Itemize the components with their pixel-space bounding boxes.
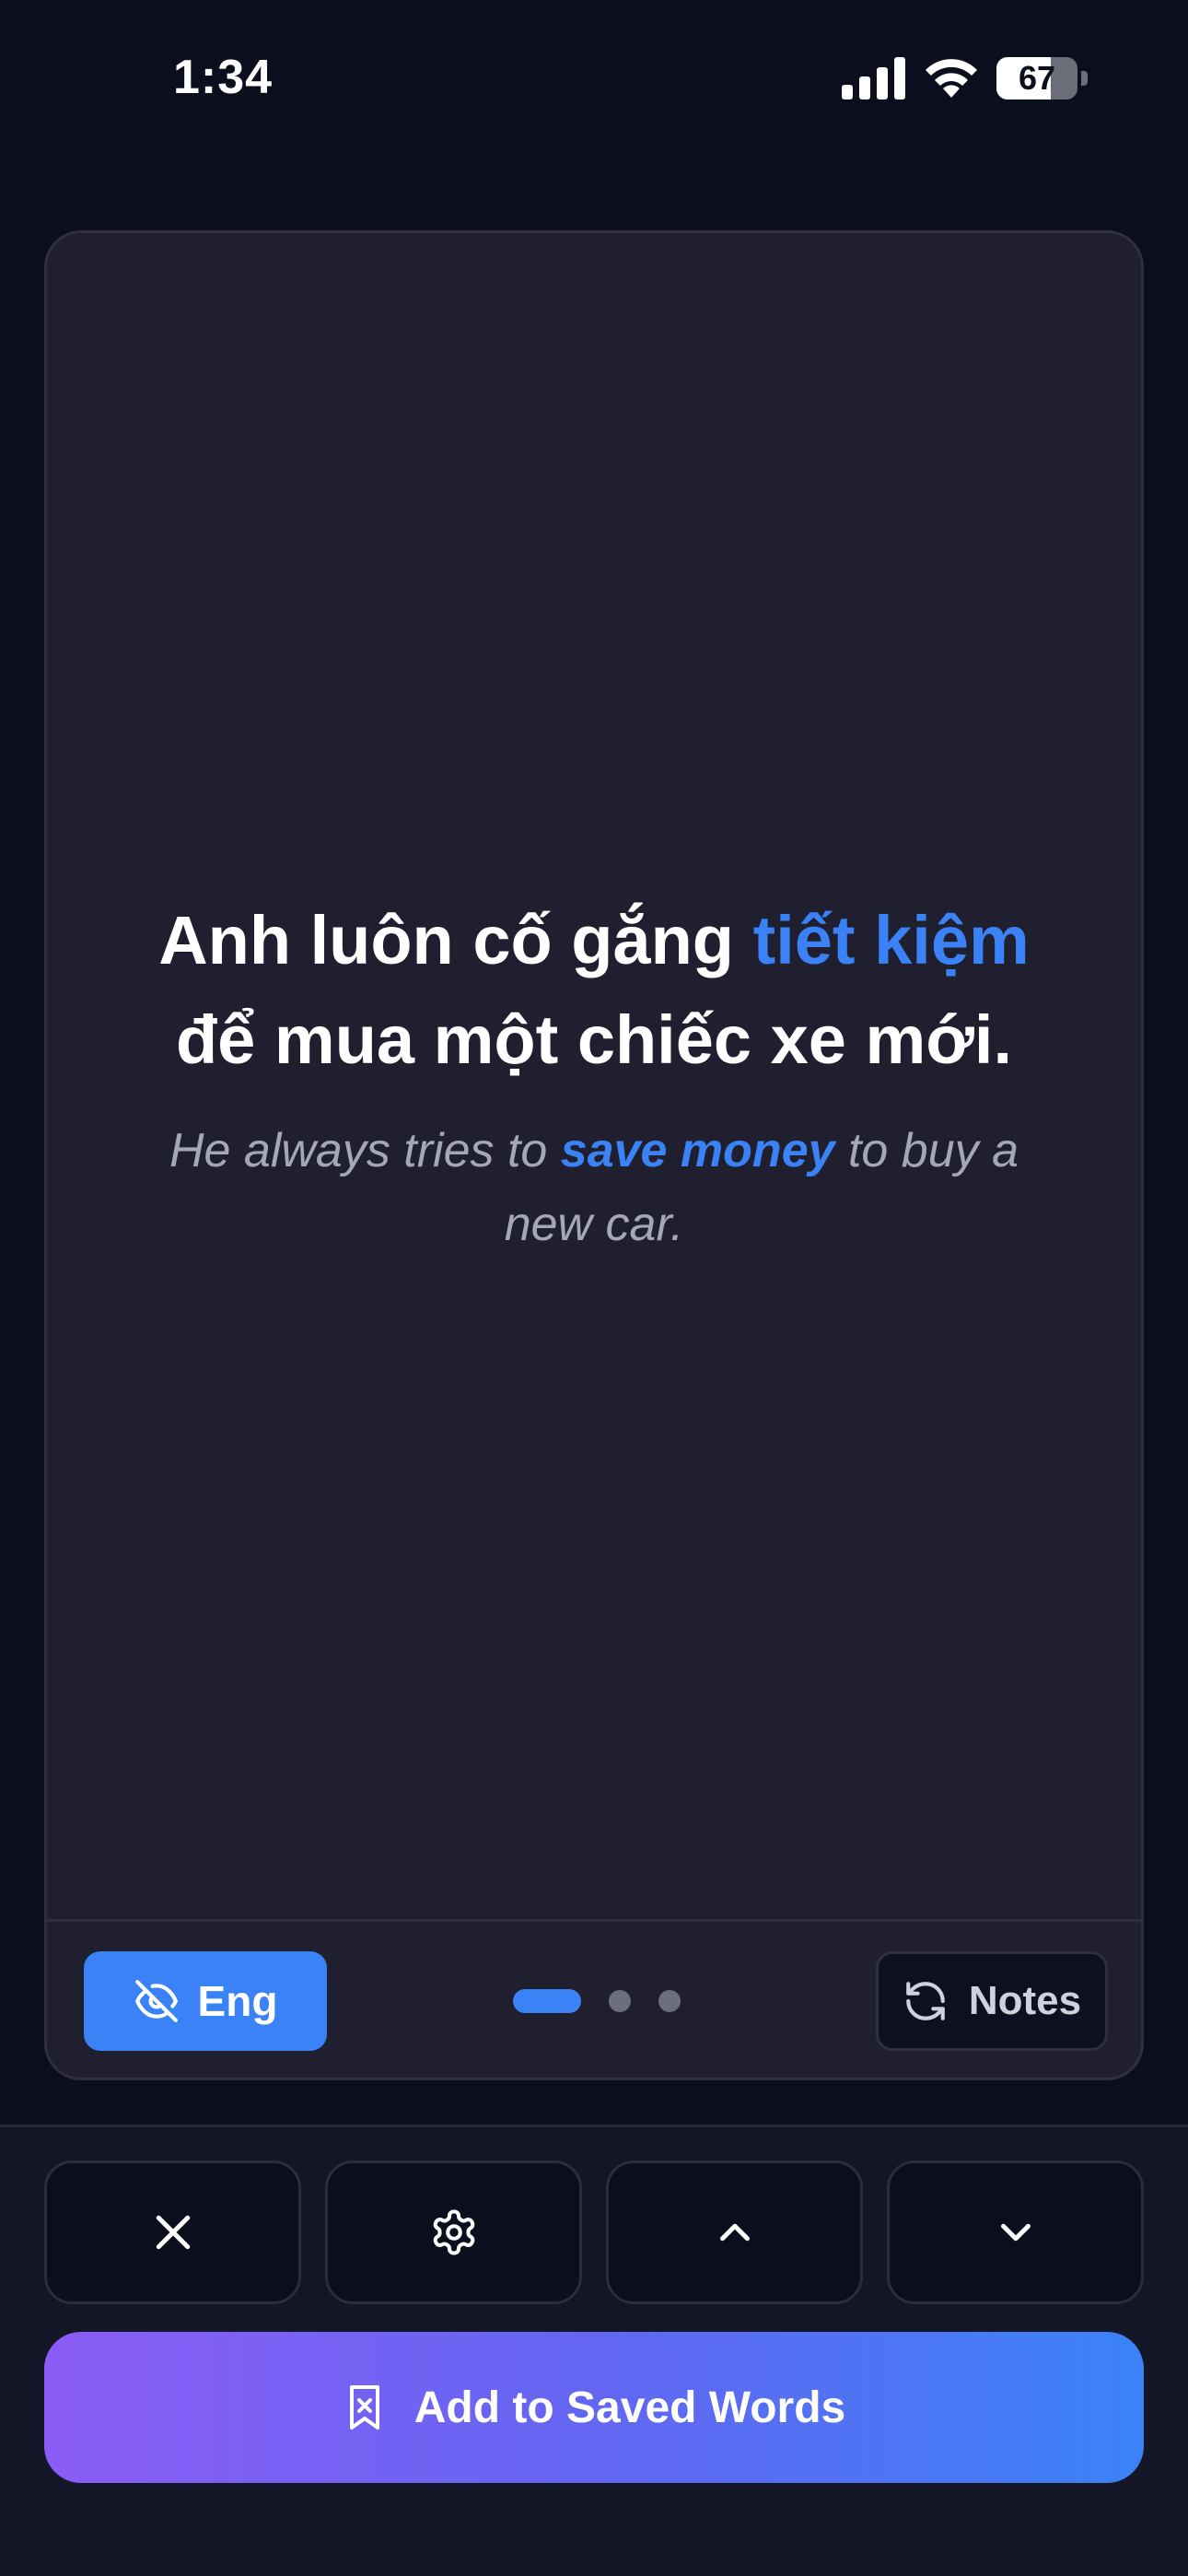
save-button-label: Add to Saved Words <box>413 2383 846 2432</box>
status-time: 1:34 <box>173 51 274 104</box>
bottom-action-bar: Add to Saved Words <box>0 2127 1188 2576</box>
add-to-saved-words-button[interactable]: Add to Saved Words <box>44 2332 1144 2483</box>
app-screen: 1:34 67 Anh luôn cố gắng tiết kiệm để mu… <box>0 0 1188 2576</box>
status-bar: 1:34 67 <box>0 0 1188 166</box>
english-toggle-label: Eng <box>197 1977 278 2025</box>
flashcard: Anh luôn cố gắng tiết kiệm để mua một ch… <box>44 230 1144 2080</box>
cellular-signal-icon <box>842 57 905 100</box>
eye-off-icon <box>134 1980 178 2022</box>
pager-dot-2[interactable] <box>609 1990 631 2012</box>
english-toggle-button[interactable]: Eng <box>84 1951 327 2051</box>
vietnamese-sentence: Anh luôn cố gắng tiết kiệm để mua một ch… <box>139 891 1049 1090</box>
chevron-down-icon <box>1000 2223 1031 2242</box>
translation-part-before: He always tries to <box>169 1124 561 1177</box>
translation-highlight: save money <box>560 1124 835 1177</box>
card-pager <box>513 1989 681 2013</box>
chevron-up-icon <box>719 2223 750 2242</box>
sentence-part-after: để mua một chiếc xe mới. <box>175 1001 1013 1078</box>
settings-button[interactable] <box>325 2160 582 2304</box>
card-footer: Eng Notes <box>47 1922 1141 2080</box>
bookmark-icon <box>349 2385 379 2430</box>
pager-dot-3[interactable] <box>658 1990 681 2012</box>
pager-dot-1[interactable] <box>513 1989 581 2013</box>
sentence-part-before: Anh luôn cố gắng <box>158 902 753 978</box>
refresh-icon <box>906 1982 945 2020</box>
battery-icon: 67 <box>996 57 1089 100</box>
gear-icon <box>433 2209 474 2255</box>
english-translation: He always tries to save money to buy a n… <box>139 1114 1049 1261</box>
wifi-icon <box>926 59 977 98</box>
action-row <box>44 2160 1144 2304</box>
previous-button[interactable] <box>606 2160 863 2304</box>
notes-label: Notes <box>968 1978 1082 2023</box>
battery-level: 67 <box>1018 59 1056 97</box>
flashcard-content: Anh luôn cố gắng tiết kiệm để mua một ch… <box>47 233 1141 1919</box>
close-icon <box>156 2215 190 2250</box>
notes-button[interactable]: Notes <box>876 1951 1108 2051</box>
sentence-highlight: tiết kiệm <box>752 902 1030 978</box>
next-button[interactable] <box>887 2160 1144 2304</box>
close-button[interactable] <box>44 2160 301 2304</box>
